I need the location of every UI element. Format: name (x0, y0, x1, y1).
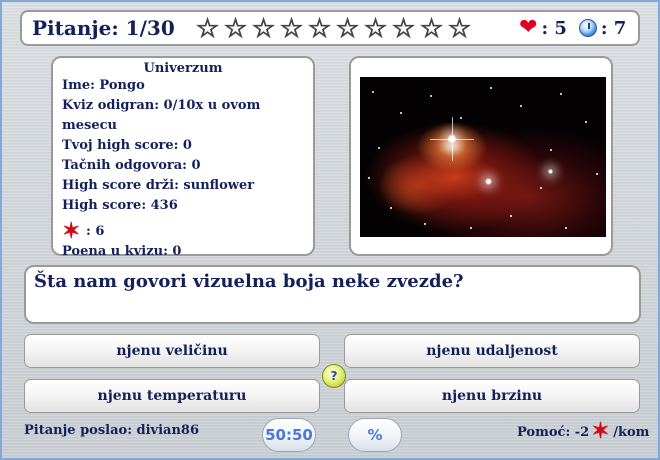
category-title: Univerzum (143, 61, 223, 76)
help-cost-unit: /kom (613, 424, 650, 440)
lives-count: : 5 (541, 17, 567, 39)
bug-count: : 6 (86, 223, 105, 239)
bug-icon (590, 418, 612, 444)
answer-button-3[interactable]: njenu temperaturu (24, 379, 320, 413)
player-name: Ime: Pongo (62, 78, 145, 93)
question-author: Pitanje poslao: divian86 (24, 423, 200, 438)
times-played: Kviz odigran: 0/10x u ovom mesecu (62, 98, 261, 133)
answer-button-4[interactable]: njenu brzinu (344, 379, 640, 413)
star-icon: ☆ (279, 14, 304, 44)
star-icon: ☆ (223, 14, 248, 44)
question-box: Šta nam govori vizuelna boja neke zvezde… (24, 265, 641, 324)
quiz-points: Poena u kvizu: 0 (62, 244, 182, 259)
star-rating: ☆ ☆ ☆ ☆ ☆ ☆ ☆ ☆ ☆ ☆ (194, 14, 473, 44)
star-icon: ☆ (251, 14, 276, 44)
status-indicators: ❤ : 5 : 7 (519, 17, 626, 39)
nebula-image (360, 77, 606, 237)
star-icon: ☆ (363, 14, 388, 44)
star-icon: ☆ (335, 14, 360, 44)
star-icon: ☆ (195, 14, 220, 44)
clock-icon (578, 19, 597, 37)
high-score-value: High score: 436 (62, 198, 178, 213)
question-image-panel (349, 56, 613, 256)
percent-button[interactable]: % (348, 418, 402, 452)
quiz-info-panel: Univerzum Ime: Pongo Kviz odigran: 0/10x… (51, 56, 315, 259)
help-cost: Pomoć: -2 /kom (517, 418, 650, 444)
header-bar: Pitanje: 1/30 ☆ ☆ ☆ ☆ ☆ ☆ ☆ ☆ ☆ ☆ ❤ : 5 … (20, 10, 640, 46)
question-text: Šta nam govori vizuelna boja neke zvezde… (34, 271, 464, 292)
answer-button-1[interactable]: njenu veličinu (24, 334, 320, 368)
personal-high-score: Tvoj high score: 0 (62, 138, 192, 153)
star-icon: ☆ (419, 14, 444, 44)
question-counter: Pitanje: 1/30 (32, 16, 175, 40)
quiz-window: Pitanje: 1/30 ☆ ☆ ☆ ☆ ☆ ☆ ☆ ☆ ☆ ☆ ❤ : 5 … (0, 0, 660, 460)
correct-answers: Tačnih odgovora: 0 (62, 158, 201, 173)
star-icon: ☆ (391, 14, 416, 44)
time-count: : 7 (600, 17, 627, 39)
help-icon[interactable]: ? (322, 364, 346, 388)
high-score-holder: High score drži: sunflower (62, 178, 255, 193)
help-cost-label: Pomoć: -2 (517, 424, 590, 440)
star-icon: ☆ (447, 14, 472, 44)
bug-icon (62, 218, 84, 244)
fifty-fifty-button[interactable]: 50:50 (262, 418, 316, 452)
answer-button-2[interactable]: njenu udaljenost (344, 334, 640, 368)
heart-icon: ❤ (519, 15, 538, 40)
star-icon: ☆ (307, 14, 332, 44)
bug-count-row: : 6 (62, 218, 313, 244)
